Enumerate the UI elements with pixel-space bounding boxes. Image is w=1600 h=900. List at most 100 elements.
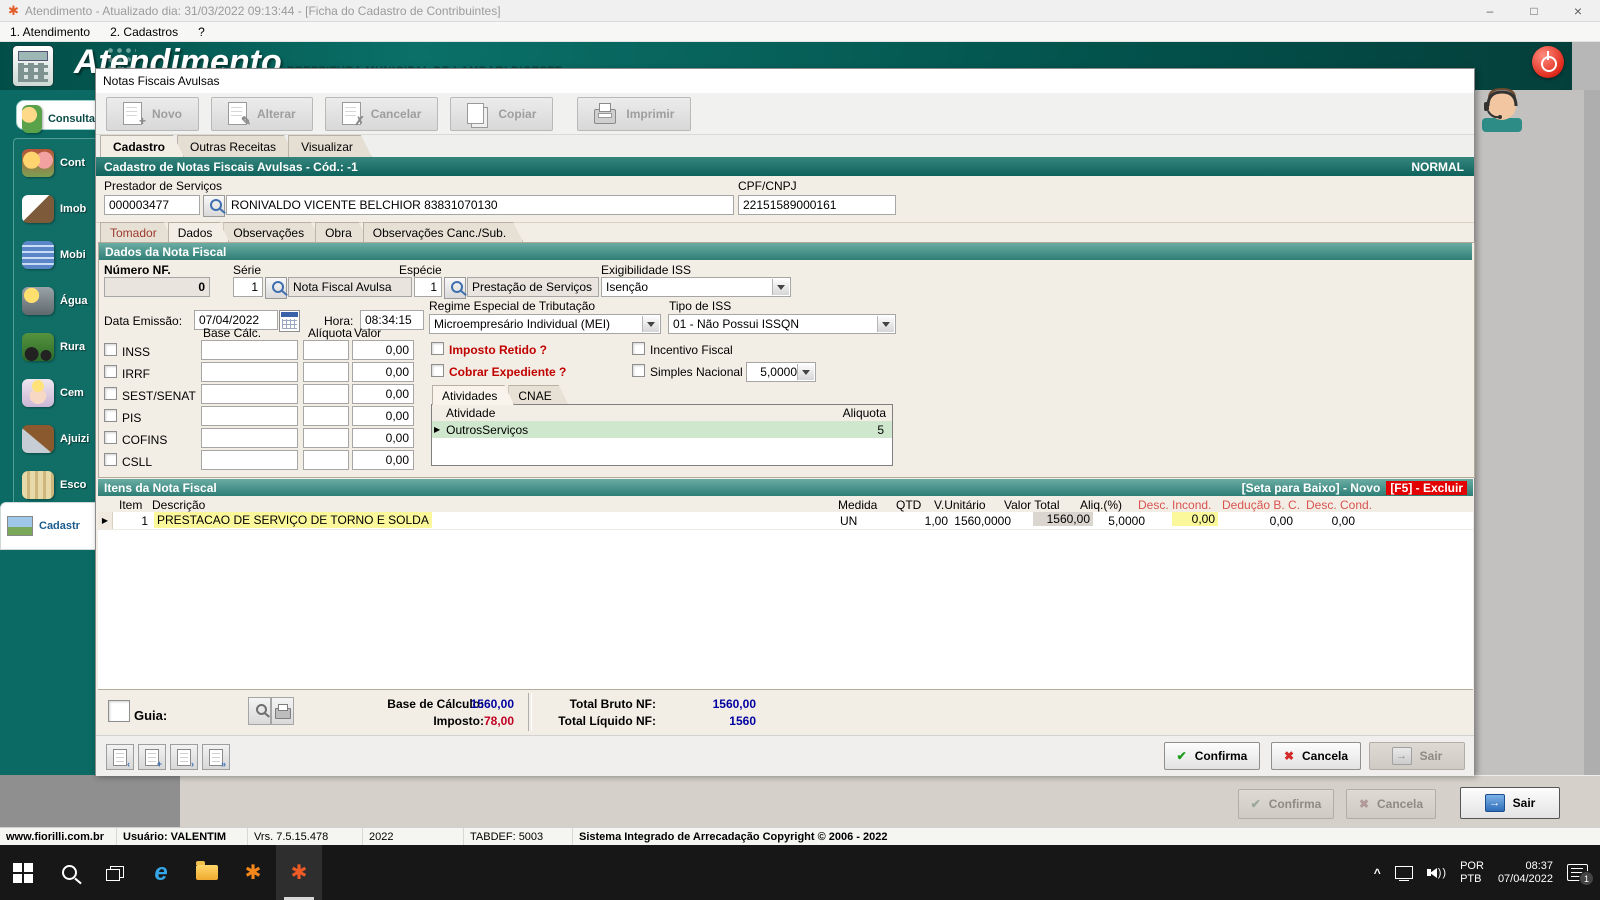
cofins-valor-field[interactable]: 0,00 — [352, 428, 414, 448]
alterar-button[interactable]: ✎ Alterar — [211, 96, 313, 131]
calendar-icon[interactable] — [279, 310, 300, 332]
outer-exit-button[interactable]: → Sair — [1460, 787, 1560, 819]
sidebar-item-imobiliario[interactable]: Imob — [0, 192, 95, 226]
atividade-row[interactable]: ▶ OutrosServiços 5 — [432, 421, 892, 438]
irrf-checkbox[interactable] — [104, 365, 117, 378]
cofins-base-field[interactable] — [201, 428, 298, 448]
sest-base-field[interactable] — [201, 384, 298, 404]
serie-search-button[interactable] — [265, 277, 287, 299]
record-nav-button-2[interactable]: + — [138, 744, 166, 770]
tab-dados[interactable]: Dados — [168, 222, 230, 242]
mdi-scrollbar[interactable] — [1584, 90, 1600, 775]
cancelar-button[interactable]: ✗ Cancelar — [324, 96, 439, 131]
sest-valor-field[interactable]: 0,00 — [352, 384, 414, 404]
inss-checkbox[interactable] — [104, 343, 117, 356]
irrf-aliquota-field[interactable] — [303, 362, 349, 382]
menu-help[interactable]: ? — [188, 22, 215, 42]
inss-aliquota-field[interactable] — [303, 340, 349, 360]
tab-observacoes[interactable]: Observações — [223, 222, 321, 242]
taskbar-clock[interactable]: 08:37 07/04/2022 — [1498, 860, 1553, 886]
network-icon[interactable] — [1394, 866, 1413, 881]
exigibilidade-select[interactable]: Isenção — [601, 277, 791, 297]
cobrar-expediente-checkbox[interactable] — [431, 364, 444, 377]
maximize-button[interactable]: □ — [1512, 0, 1556, 22]
close-button[interactable]: × — [1556, 0, 1600, 22]
csll-valor-field[interactable]: 0,00 — [352, 450, 414, 470]
chevron-down-icon[interactable] — [772, 279, 789, 295]
pis-aliquota-field[interactable] — [303, 406, 349, 426]
cofins-checkbox[interactable] — [104, 431, 117, 444]
pis-checkbox[interactable] — [104, 409, 117, 422]
imposto-retido-checkbox[interactable] — [431, 342, 444, 355]
record-nav-button-1[interactable]: ‹ — [106, 744, 134, 770]
prestador-search-button[interactable] — [203, 195, 225, 217]
inss-valor-field[interactable]: 0,00 — [352, 340, 414, 360]
task-view-button[interactable] — [92, 845, 138, 900]
tab-outras-receitas[interactable]: Outras Receitas — [177, 135, 295, 157]
sidebar-item-ajuizamento[interactable]: Ajuizi — [0, 422, 95, 456]
atendimento-app-button[interactable]: ✱ — [276, 845, 322, 900]
confirm-button[interactable]: ✔ Confirma — [1164, 742, 1260, 770]
regime-select[interactable]: Microempresário Individual (MEI) — [429, 314, 661, 334]
chevron-down-icon[interactable] — [797, 364, 814, 380]
sidebar-item-contribuintes[interactable]: Cont — [0, 146, 95, 180]
sidebar-item-consulta[interactable]: Consulta — [0, 100, 97, 136]
language-indicator[interactable]: POR PTB — [1460, 860, 1484, 886]
power-button[interactable] — [1532, 46, 1564, 78]
csll-checkbox[interactable] — [104, 453, 117, 466]
especie-field[interactable]: 1 — [414, 277, 442, 297]
tab-observacoes-canc[interactable]: Observações Canc./Sub. — [363, 222, 523, 242]
tab-visualizar[interactable]: Visualizar — [288, 135, 372, 157]
prestador-code-field[interactable]: 000003477 — [104, 195, 200, 215]
irrf-valor-field[interactable]: 0,00 — [352, 362, 414, 382]
cofins-aliquota-field[interactable] — [303, 428, 349, 448]
tray-chevron-icon[interactable]: ^ — [1374, 866, 1381, 880]
sidebar-item-rural[interactable]: Rura — [0, 330, 95, 364]
exit-button[interactable]: → Sair — [1369, 742, 1465, 770]
pis-valor-field[interactable]: 0,00 — [352, 406, 414, 426]
record-nav-button-3[interactable]: › — [170, 744, 198, 770]
cpf-field[interactable]: 22151589000161 — [738, 195, 896, 215]
numero-field[interactable]: 0 — [104, 277, 210, 297]
imprimir-button[interactable]: Imprimir — [577, 96, 692, 131]
irrf-base-field[interactable] — [201, 362, 298, 382]
especie-desc-field[interactable]: Prestação de Serviços — [467, 277, 599, 297]
tab-atividades[interactable]: Atividades — [432, 385, 514, 405]
serie-desc-field[interactable]: Nota Fiscal Avulsa — [288, 277, 412, 297]
minimize-button[interactable]: – — [1468, 0, 1512, 22]
csll-aliquota-field[interactable] — [303, 450, 349, 470]
outer-confirm-button[interactable]: ✔ Confirma — [1238, 789, 1334, 819]
especie-search-button[interactable] — [444, 277, 466, 299]
taskbar-search-button[interactable] — [46, 845, 92, 900]
sidebar-item-cadastro[interactable]: Cadastr — [0, 502, 97, 550]
summary-print-button[interactable] — [271, 697, 294, 725]
record-nav-button-4[interactable]: » — [202, 744, 230, 770]
prestador-name-field[interactable]: RONIVALDO VICENTE BELCHIOR 83831070130 — [226, 195, 734, 215]
tab-tomador[interactable]: Tomador — [100, 222, 174, 242]
outer-cancel-button[interactable]: ✖ Cancela — [1346, 789, 1436, 819]
csll-base-field[interactable] — [201, 450, 298, 470]
menu-cadastros[interactable]: 2. Cadastros — [100, 22, 188, 42]
tab-cnae[interactable]: CNAE — [508, 385, 568, 405]
edge-button[interactable]: e — [138, 845, 184, 900]
inss-base-field[interactable] — [201, 340, 298, 360]
incentivo-checkbox[interactable] — [632, 342, 645, 355]
chevron-down-icon[interactable] — [642, 316, 659, 332]
copiar-button[interactable]: Copiar — [450, 96, 554, 131]
tab-cadastro[interactable]: Cadastro — [100, 135, 184, 157]
notification-icon[interactable]: 1 — [1567, 864, 1594, 886]
menu-atendimento[interactable]: 1. Atendimento — [0, 22, 100, 42]
speaker-icon[interactable]: )) — [1426, 867, 1446, 879]
tipo-iss-select[interactable]: 01 - Não Possui ISSQN — [668, 314, 896, 334]
sidebar-item-cemiterio[interactable]: Cem — [0, 376, 95, 410]
item-row[interactable]: ▶ 1 PRESTACAO DE SERVIÇO DE TORNO E SOLD… — [98, 512, 1473, 530]
sidebar-item-mobiliario[interactable]: Mobi — [0, 238, 95, 272]
sidebar-item-agua[interactable]: Água — [0, 284, 95, 318]
sest-aliquota-field[interactable] — [303, 384, 349, 404]
fiorilli-app-button[interactable]: ✱ — [230, 845, 276, 900]
chevron-down-icon[interactable] — [877, 316, 894, 332]
tab-obra[interactable]: Obra — [315, 222, 369, 242]
start-button[interactable] — [0, 845, 46, 900]
simples-select[interactable]: 5,0000 — [746, 362, 816, 382]
cancel-button[interactable]: ✖ Cancela — [1271, 742, 1361, 770]
